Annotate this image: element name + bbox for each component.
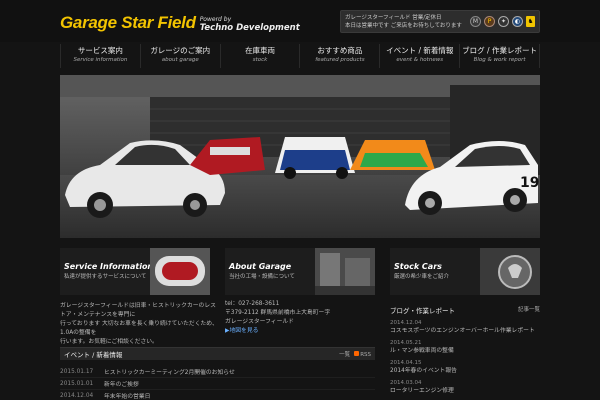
- nav-item-about[interactable]: ガレージのご案内 about garage: [139, 44, 220, 68]
- site-logo[interactable]: Garage Star Field Powerd by Techno Devel…: [60, 11, 300, 33]
- business-info-text: ガレージスターフィールド 営業/定休日 本日は営業中です ご来店をお待ちしており…: [345, 14, 462, 29]
- logo-sub2: Techno Development: [199, 23, 300, 33]
- panel-about[interactable]: About Garage 当社の工場・設備について: [225, 248, 375, 295]
- nav-item-blog[interactable]: ブログ / 作業レポート Blog & work report: [459, 44, 540, 68]
- garage-cars-photo: 19: [60, 75, 540, 238]
- panel-service[interactable]: Service Information 私達が提供するサービスについて: [60, 248, 210, 295]
- hero-image: 19: [60, 75, 540, 238]
- nav-item-events[interactable]: イベント / 新着情報 event & hotnews: [379, 44, 459, 68]
- brand-logos: M P ✦ ◐ ♞: [470, 16, 535, 27]
- news-item[interactable]: 2015.01.17 ヒストリックカーミーティング2月開催のお知らせ: [60, 366, 375, 378]
- news-list-link[interactable]: 一覧: [339, 350, 350, 358]
- panel-stock[interactable]: Stock Cars 厳選の希少車をご紹介: [390, 248, 540, 295]
- rss-link[interactable]: RSS: [354, 350, 371, 358]
- mercedes-logo-icon[interactable]: ✦: [498, 16, 509, 27]
- news-item[interactable]: 2014.12.04 年末年始の営業日: [60, 390, 375, 400]
- tel-number: tel：027-268-3611: [225, 301, 280, 307]
- ferrari-logo-icon[interactable]: ♞: [526, 16, 535, 27]
- nav-item-service[interactable]: サービス案内 Service information: [60, 44, 140, 68]
- nav-item-products[interactable]: おすすめ商品 featured products: [299, 44, 379, 68]
- logo-powered-by: Powerd by Techno Development: [200, 15, 300, 33]
- blog-item[interactable]: 2014.03.04 ロータリーエンジン修理: [390, 380, 540, 396]
- address-line1: 〒379-2112 群馬県前橋市上大島町ー字: [225, 310, 331, 316]
- tail-light-photo: [150, 248, 210, 295]
- blog-item[interactable]: 2014.05.21 ル・マン参戦車両の整備: [390, 340, 540, 356]
- news-title: イベント / 新着情報: [64, 351, 123, 359]
- nav-item-stock[interactable]: 在庫車両 stock: [219, 44, 300, 68]
- blog-item[interactable]: 2014.04.15 2014年春のイベント報告: [390, 360, 540, 376]
- contact-info: tel：027-268-3611 〒379-2112 群馬県前橋市上大島町ー字 …: [225, 300, 375, 336]
- main-nav: サービス案内 Service information ガレージのご案内 abou…: [60, 44, 540, 68]
- mazda-logo-icon[interactable]: M: [470, 16, 481, 27]
- business-info-box: ガレージスターフィールド 営業/定休日 本日は営業中です ご来店をお待ちしており…: [340, 10, 540, 33]
- workshop-photo: [315, 248, 375, 295]
- blog-more-link[interactable]: 記事一覧: [518, 305, 540, 315]
- blog-header: ブログ・作業レポート 記事一覧: [390, 305, 540, 315]
- address-line2: ガレージスターフィールド: [225, 319, 294, 325]
- blog-title: ブログ・作業レポート: [390, 307, 455, 315]
- rss-icon: [354, 350, 360, 356]
- porsche-logo-icon[interactable]: P: [484, 16, 495, 27]
- news-header: イベント / 新着情報 一覧 RSS: [60, 347, 375, 360]
- bmw-logo-icon[interactable]: ◐: [512, 16, 523, 27]
- map-link[interactable]: ▶地図を見る: [225, 327, 375, 336]
- svg-text:19: 19: [520, 175, 539, 191]
- news-item[interactable]: 2015.01.01 新年のご挨拶: [60, 378, 375, 390]
- intro-text: ガレージスターフィールドは旧車・ヒストリックカーのレストア・メンテナンスを専門に…: [60, 303, 218, 345]
- blog-item[interactable]: 2014.12.04 コスモスポーツのエンジンオーバーホール作業レポート: [390, 320, 540, 336]
- logo-title: Garage Star Field: [60, 13, 196, 32]
- emblem-photo: [480, 248, 540, 295]
